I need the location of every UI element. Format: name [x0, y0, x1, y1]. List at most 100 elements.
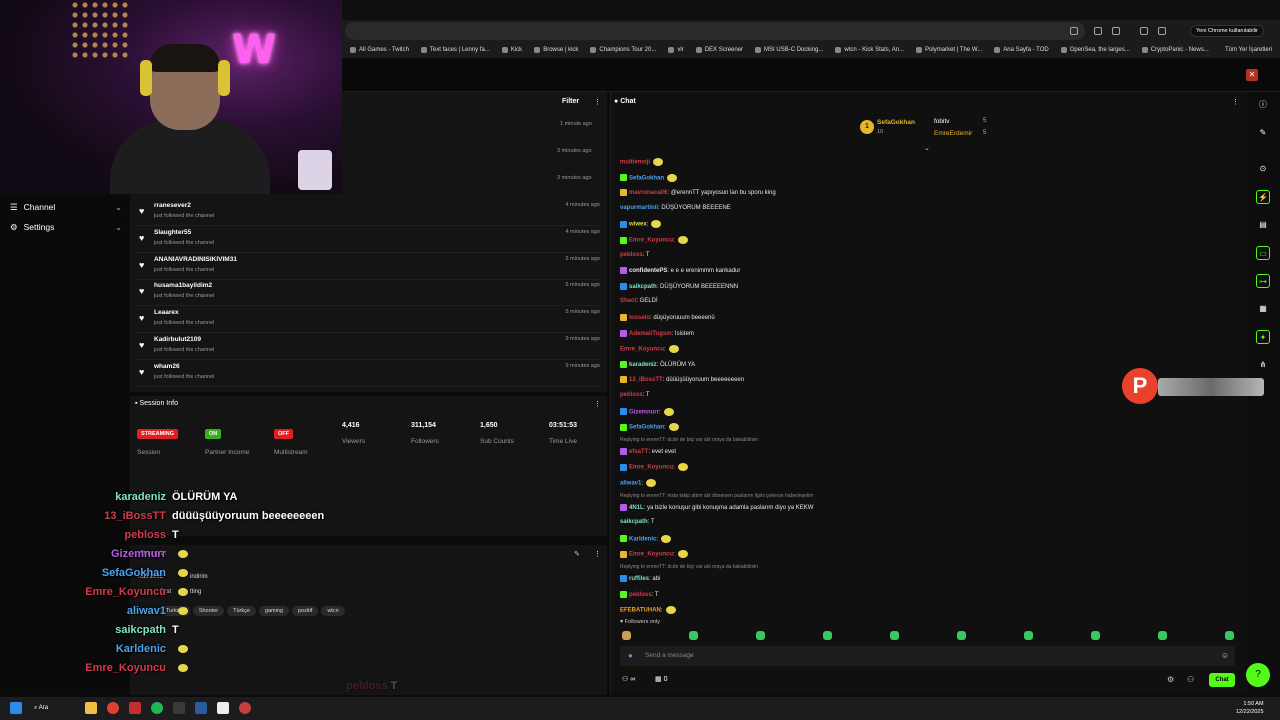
emote-slot-icon[interactable]: [1091, 631, 1100, 640]
chat-username[interactable]: Gizemnurr: [629, 409, 659, 415]
stream-tag[interactable]: pozitif: [291, 606, 319, 616]
chat-username[interactable]: karadeniz: [629, 362, 657, 368]
help-icon[interactable]: ?: [1246, 663, 1270, 687]
bookmark-item[interactable]: MSI USB-C Docking...: [755, 47, 823, 53]
bookmark-item[interactable]: Kick: [501, 47, 522, 53]
emote-slot-icon[interactable]: [1024, 631, 1033, 640]
stream-tag[interactable]: Shooter: [192, 606, 225, 616]
chat-username[interactable]: Emre_Koyuncu: [629, 465, 673, 471]
chat-username[interactable]: saikcpath: [629, 284, 657, 290]
more-icon[interactable]: ⋮: [1232, 98, 1239, 106]
edit-icon[interactable]: ✎: [574, 550, 580, 558]
file-explorer-icon[interactable]: [85, 702, 97, 714]
feed-filter-button[interactable]: Filter: [562, 98, 579, 105]
emote-slot-icon[interactable]: [823, 631, 832, 640]
chat-username[interactable]: Emre_Koyuncu: [620, 347, 664, 353]
app-icon[interactable]: [217, 702, 229, 714]
chat-username[interactable]: pebloss: [620, 392, 643, 398]
chat-username[interactable]: EFEBATUHAN: [620, 608, 661, 614]
chat-icon[interactable]: ▭: [1256, 246, 1270, 260]
chat-username[interactable]: SefaGokhan: [629, 425, 664, 431]
chat-username[interactable]: Shact: [620, 298, 636, 304]
emote-slot-icon[interactable]: [689, 631, 698, 640]
chat-username[interactable]: 13_iBossTT: [629, 377, 663, 383]
chat-username[interactable]: tosselo: [629, 315, 650, 321]
url-omnibox[interactable]: [345, 22, 1085, 40]
viewers-icon[interactable]: ⚇ ∞: [622, 675, 635, 683]
users-icon[interactable]: ⚇: [1187, 675, 1194, 684]
chat-input[interactable]: ● Send a message ☺: [620, 646, 1235, 666]
bookmark-item[interactable]: CryptoPanic - News...: [1141, 47, 1209, 53]
chat-username[interactable]: SefaGokhan: [629, 175, 664, 181]
gear-icon[interactable]: ⚙: [1167, 675, 1174, 684]
close-icon[interactable]: ✕: [1246, 69, 1258, 81]
bookmark-item[interactable]: Champions Tour 20...: [590, 47, 656, 53]
chat-username[interactable]: confidentePS: [629, 268, 667, 274]
bookmark-item[interactable]: wtcn - Kick Stats, An...: [835, 47, 904, 53]
chat-username[interactable]: pebloss: [620, 252, 643, 258]
bookmark-item[interactable]: Browse | kick: [534, 47, 578, 53]
taskbar-search[interactable]: ⌕ Ara: [34, 701, 74, 715]
all-bookmarks[interactable]: Tüm Yer İşaretleri: [1225, 47, 1280, 53]
windows-start-icon[interactable]: [10, 702, 22, 714]
bookmark-item[interactable]: vlr: [668, 47, 684, 53]
app-icon[interactable]: [129, 702, 141, 714]
lightning-icon[interactable]: ⚡: [1256, 190, 1270, 204]
chat-username[interactable]: aliwav1: [620, 481, 641, 487]
spotify-icon[interactable]: [151, 702, 163, 714]
chat-username[interactable]: saikcpath: [620, 519, 648, 525]
pen-icon[interactable]: ✎: [1256, 126, 1270, 140]
chat-username[interactable]: Karldenic: [629, 536, 656, 542]
chevron-down-icon[interactable]: ⌄: [924, 144, 930, 152]
share-icon[interactable]: ⋔: [1256, 358, 1270, 372]
chat-username[interactable]: Emre_Koyuncu: [629, 238, 673, 244]
bookmark-item[interactable]: DEX Screener: [695, 47, 743, 53]
game-launcher-icon[interactable]: [239, 702, 251, 714]
more-icon[interactable]: ⋮: [594, 550, 601, 558]
terminal-icon[interactable]: [173, 702, 185, 714]
chrome-update-button[interactable]: Yeni Chrome kullanılabilir: [1190, 25, 1264, 37]
bookmark-item[interactable]: Polymarket | The W...: [916, 47, 982, 53]
wrench-icon[interactable]: ✦: [1256, 330, 1270, 344]
info-icon[interactable]: ⓘ: [1256, 98, 1270, 112]
more-icon[interactable]: ⋮: [594, 98, 601, 106]
star-icon[interactable]: [1070, 27, 1078, 35]
emote-slot-icon[interactable]: [957, 631, 966, 640]
chat-username[interactable]: vapurmartinii: [620, 205, 658, 211]
chat-username[interactable]: 4N1L: [629, 505, 644, 511]
more-icon[interactable]: ⋮: [594, 400, 601, 408]
chat-username[interactable]: efsaTT: [629, 449, 648, 455]
microphone-icon[interactable]: ●: [628, 651, 633, 660]
puzzle-icon[interactable]: [1112, 27, 1120, 35]
emote-slot-icon[interactable]: [756, 631, 765, 640]
chrome-icon[interactable]: [107, 702, 119, 714]
nav-settings[interactable]: ⚙ Settings ⌄: [10, 220, 122, 234]
stream-tag[interactable]: Türkçe: [227, 606, 256, 616]
bookmark-item[interactable]: Text faces | Lenny fa...: [420, 47, 490, 53]
bookmark-item[interactable]: OpenSea, the larges...: [1060, 47, 1130, 53]
bookmark-item[interactable]: All Games - Twitch: [350, 47, 409, 53]
chat-username[interactable]: pebloss: [629, 592, 652, 598]
chat-username[interactable]: mavronaca06: [629, 190, 667, 196]
download-icon[interactable]: [1140, 27, 1148, 35]
emote-slot-icon[interactable]: [622, 631, 631, 640]
extension-icon[interactable]: [1094, 27, 1102, 35]
emote-slot-icon[interactable]: [1225, 631, 1234, 640]
chat-username[interactable]: Emre_Koyuncu: [629, 552, 673, 558]
store-icon[interactable]: ▦ 0: [655, 675, 667, 683]
target-icon[interactable]: ⊙: [1256, 162, 1270, 176]
nav-channel[interactable]: ☰ Channel ⌄: [10, 200, 122, 214]
stream-tag[interactable]: wtcn: [321, 606, 345, 616]
document-icon[interactable]: ▤: [1256, 218, 1270, 232]
steam-icon[interactable]: [195, 702, 207, 714]
link-icon[interactable]: ⊶: [1256, 274, 1270, 288]
bookmark-item[interactable]: Ana Sayfa - TOD: [994, 47, 1049, 53]
emoji-icon[interactable]: ☺: [1221, 651, 1229, 660]
chat-username[interactable]: wiwex: [629, 222, 647, 228]
send-chat-button[interactable]: Chat: [1209, 673, 1235, 687]
stream-tag[interactable]: gaming: [258, 606, 289, 616]
menu-icon[interactable]: [1158, 27, 1166, 35]
chat-username[interactable]: ruffiles: [629, 576, 649, 582]
emote-slot-icon[interactable]: [1158, 631, 1167, 640]
chat-username[interactable]: AdemaliTugsm: [629, 331, 672, 337]
